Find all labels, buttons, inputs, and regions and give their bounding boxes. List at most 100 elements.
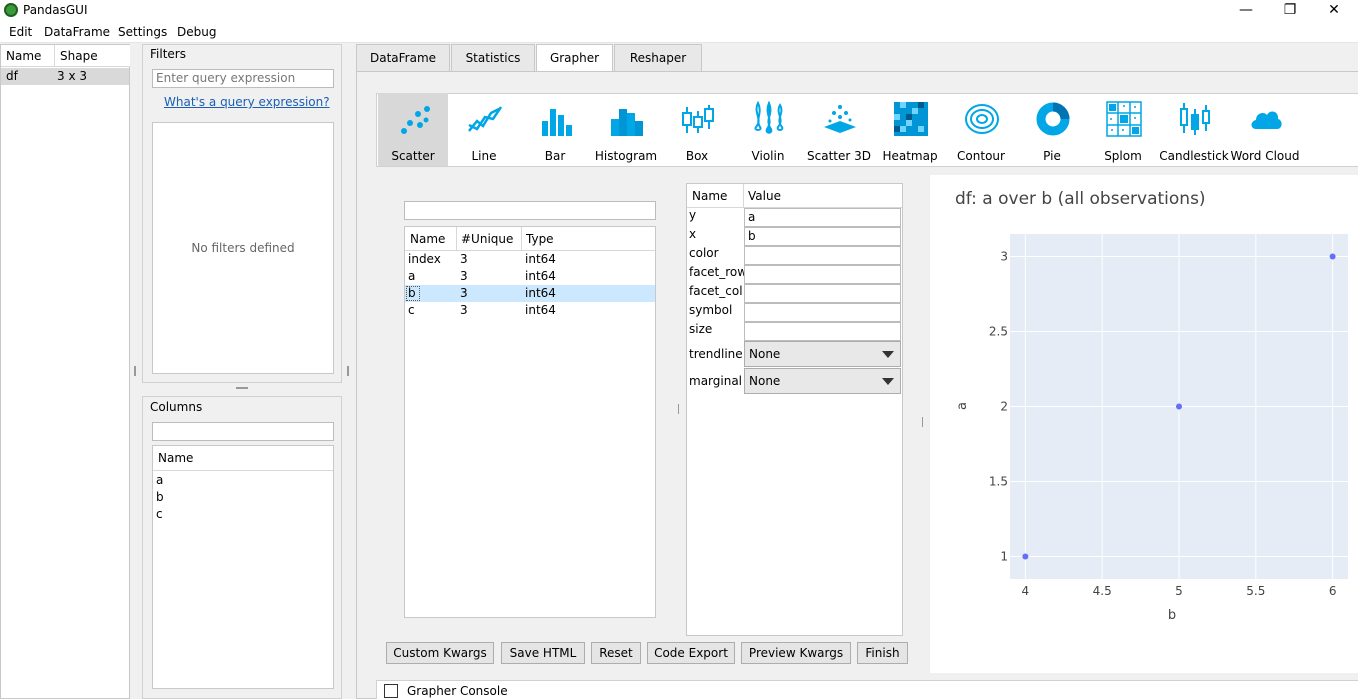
query-input[interactable]: Enter query expression [152,69,334,88]
plot-type-line[interactable]: Line [449,93,519,166]
column-item[interactable]: b [156,490,164,504]
menu-edit[interactable]: Edit [9,25,32,39]
scatter-chart[interactable]: 4 4.5 5 5.5 6 1 1.5 2 2.5 3 df: a over b (all obs… [930,175,1358,673]
header-unique[interactable]: #Unique [461,232,513,246]
menu-debug[interactable]: Debug [177,25,216,39]
heatmap-icon [894,102,928,136]
plot-type-bar[interactable]: Bar [520,93,590,166]
reset-button[interactable]: Reset [591,642,641,664]
minimize-button[interactable]: — [1224,0,1268,22]
df-list-header-name[interactable]: Name [1,45,55,67]
y-tick-label: 2.5 [989,325,1008,339]
grapher-console-bar: Grapher Console [376,680,1358,699]
box-plot-icon [682,105,714,133]
plot-type-label: Pie [1043,149,1061,163]
plot-type-label: Heatmap [882,149,938,163]
table-row[interactable]: c 3 int64 [405,302,655,319]
menu-settings[interactable]: Settings [118,25,167,39]
y-tick-label: 3 [1000,250,1008,264]
header-type[interactable]: Type [526,232,554,246]
kwarg-input-y[interactable]: a [744,208,901,227]
title-bar: PandasGUI — ❐ ✕ [0,0,1358,22]
kwarg-input-symbol[interactable] [744,303,901,322]
tab-reshaper[interactable]: Reshaper [614,44,702,71]
trendline-select[interactable]: None [744,341,901,367]
finish-button[interactable]: Finish [857,642,908,664]
scatter-icon [401,106,430,134]
cell-type: int64 [525,303,556,317]
df-shape: 3 x 3 [57,69,87,83]
splitter-handle[interactable] [922,417,924,427]
cell-name: b [408,286,416,300]
filters-panel: Filters Enter query expression What's a … [142,44,342,383]
pie-chart-icon [1036,102,1070,136]
kwarg-label-color: color [689,246,719,260]
tab-grapher[interactable]: Grapher [536,44,613,72]
plot-type-label: Line [471,149,497,163]
plot-type-contour[interactable]: Contour [946,93,1016,166]
kwargs-header-name[interactable]: Name [692,189,727,203]
df-list-header-shape[interactable]: Shape [55,45,130,67]
y-tick-label: 2 [1000,400,1008,414]
x-tick-label: 5 [1175,584,1183,598]
code-export-button[interactable]: Code Export [647,642,735,664]
kwarg-label-symbol: symbol [689,303,733,317]
plot-type-splom[interactable]: Splom [1088,93,1158,166]
x-tick-label: 4 [1022,584,1030,598]
plot-type-pie[interactable]: Pie [1017,93,1087,166]
column-search-input[interactable] [404,201,656,220]
scatter-point[interactable] [1022,553,1029,560]
console-label: Grapher Console [407,684,508,698]
console-checkbox[interactable] [384,684,398,698]
kwarg-input-color[interactable] [744,246,901,265]
header-name[interactable]: Name [410,232,445,246]
splitter-handle[interactable] [678,404,680,414]
table-row[interactable]: index 3 int64 [405,251,655,268]
kwarg-input-size[interactable] [744,322,901,341]
columns-search-input[interactable] [152,422,334,441]
table-row[interactable]: a 3 int64 [405,268,655,285]
splitter-handle[interactable] [347,366,349,376]
plot-type-scatter[interactable]: Scatter [378,93,448,166]
kwarg-input-x[interactable]: b [744,227,901,246]
save-html-button[interactable]: Save HTML [501,642,585,664]
plot-type-scatter-3d[interactable]: Scatter 3D [804,93,874,166]
query-help-link[interactable]: What's a query expression? [164,95,330,109]
menu-dataframe[interactable]: DataFrame [44,25,110,39]
kwarg-label-marginal: marginal [689,374,743,388]
scatter-point[interactable] [1329,253,1336,260]
column-item[interactable]: c [156,507,163,521]
plot-type-violin[interactable]: Violin [733,93,803,166]
columns-header-name[interactable]: Name [153,446,333,471]
scatter-point[interactable] [1176,403,1182,410]
kwargs-header: Name Value [687,184,902,208]
plot-type-candlestick[interactable]: Candlestick [1159,93,1229,166]
kwarg-label-trendline: trendline [689,347,743,361]
vertical-splitter-handle[interactable] [236,387,248,389]
bar-chart-icon [542,109,572,136]
plot-type-histogram[interactable]: Histogram [591,93,661,166]
tab-statistics[interactable]: Statistics [451,44,535,71]
splitter-handle[interactable] [134,366,136,376]
plot-type-word-cloud[interactable]: Word Cloud [1230,93,1300,166]
kwarg-input-facet-row[interactable] [744,265,901,284]
table-row-selected[interactable]: b 3 int64 [405,285,655,302]
preview-kwargs-button[interactable]: Preview Kwargs [741,642,851,664]
column-item[interactable]: a [156,473,163,487]
x-tick-label: 5.5 [1246,584,1265,598]
kwargs-header-value[interactable]: Value [748,189,781,203]
df-list-row[interactable]: df 3 x 3 [1,68,129,85]
no-filters-text: No filters defined [191,241,295,255]
plot-type-heatmap[interactable]: Heatmap [875,93,945,166]
kwarg-input-facet-col[interactable] [744,284,901,303]
restore-button[interactable]: ❐ [1268,0,1312,22]
plot-type-box[interactable]: Box [662,93,732,166]
cell-unique: 3 [460,303,468,317]
tab-dataframe[interactable]: DataFrame [356,44,450,71]
close-button[interactable]: ✕ [1312,0,1356,22]
menu-bar: Edit DataFrame Settings Debug [0,22,1358,43]
custom-kwargs-button[interactable]: Custom Kwargs [386,642,494,664]
marginal-select[interactable]: None [744,368,901,394]
contour-icon [965,104,999,134]
cell-unique: 3 [460,269,468,283]
